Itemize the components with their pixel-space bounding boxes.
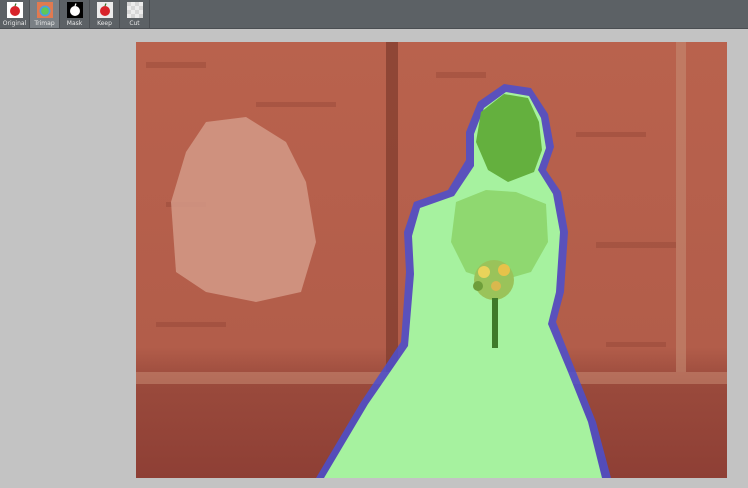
tool-trimap-button[interactable]: Trimap [30,0,60,28]
tool-original-button[interactable]: Original [0,0,30,28]
cut-icon [126,2,143,18]
trimap-image[interactable] [136,42,727,478]
apple-keep-icon [96,2,113,18]
tool-original-label: Original [2,20,27,27]
tool-keep-label: Keep [97,20,112,27]
tool-cut-button[interactable]: Cut [120,0,150,28]
pillar-left [386,42,398,372]
apple-mask-icon [66,2,83,18]
trimap-image-art [136,42,727,478]
tool-trimap-label: Trimap [34,20,55,27]
pillar-right [676,42,686,372]
tool-mask-label: Mask [66,20,83,27]
toolbar: Original Trimap Mask Keep Cut [0,0,748,29]
tool-keep-button[interactable]: Keep [90,0,120,28]
apple-trimap-icon [36,2,53,18]
tool-cut-label: Cut [129,20,140,27]
tool-mask-button[interactable]: Mask [60,0,90,28]
apple-red-icon [6,2,23,18]
